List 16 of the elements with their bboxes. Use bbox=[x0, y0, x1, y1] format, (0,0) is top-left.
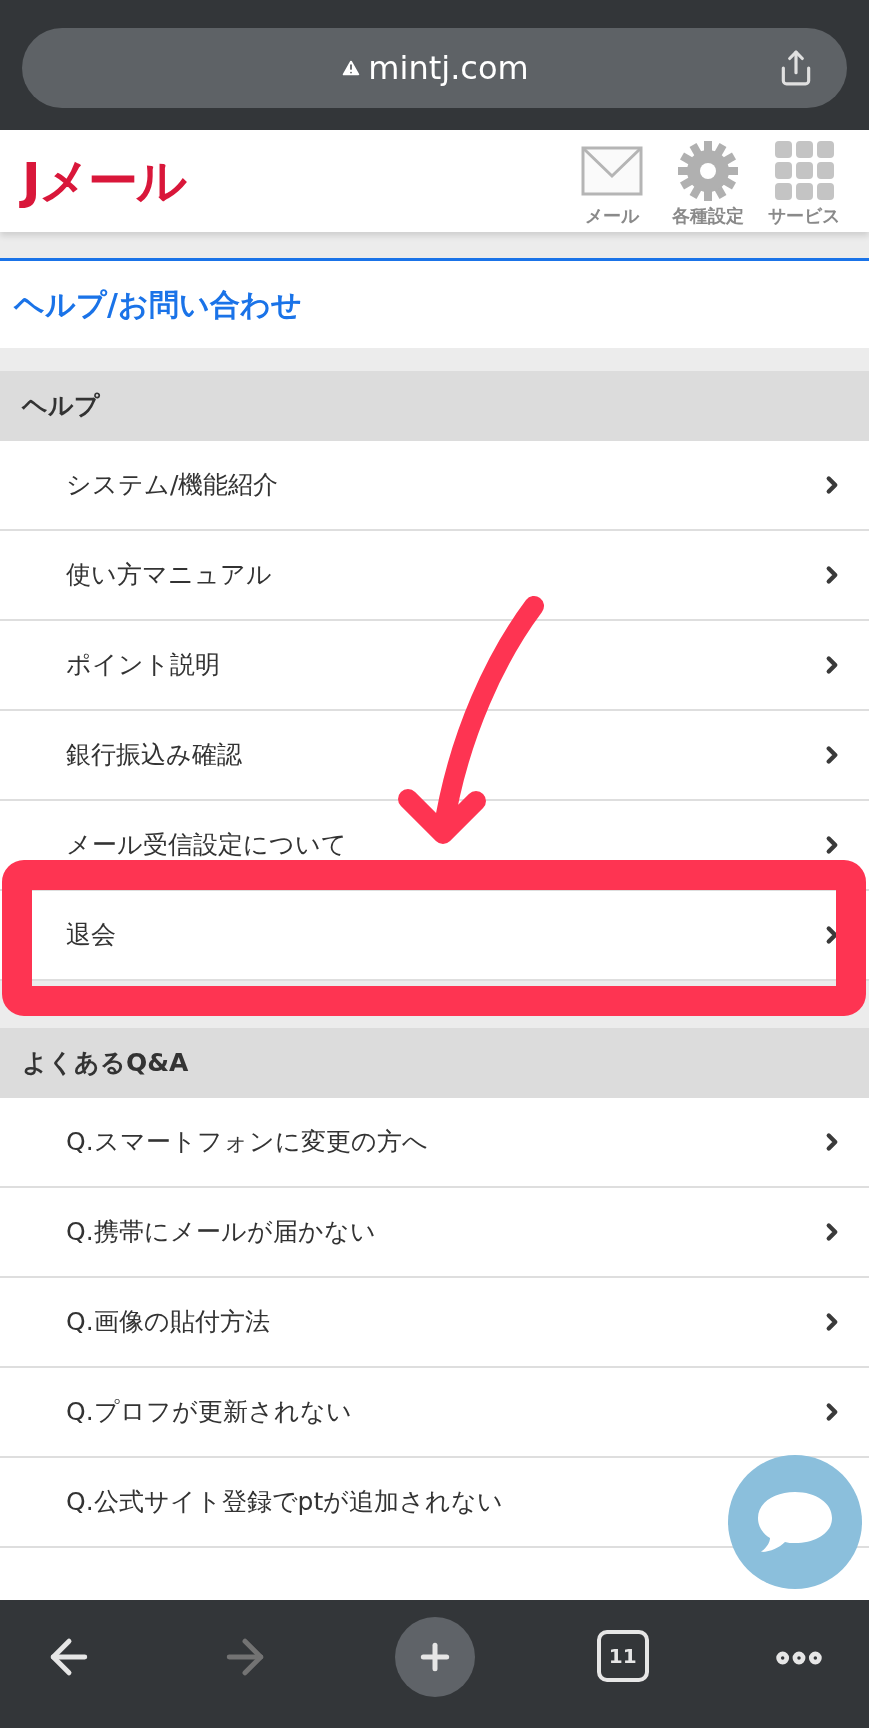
section-header: ヘルプ bbox=[0, 371, 869, 441]
grid-icon bbox=[774, 141, 834, 200]
tab-count-button[interactable]: 11 bbox=[596, 1630, 649, 1682]
gear-icon bbox=[677, 139, 739, 202]
list-item[interactable]: 銀行振込み確認 bbox=[0, 711, 869, 801]
logo[interactable]: Jメール bbox=[14, 137, 193, 225]
section-header: よくあるQ&A bbox=[0, 1028, 869, 1098]
page-title: ヘルプ/お問い合わせ bbox=[14, 286, 302, 324]
list-item[interactable]: ポイント説明 bbox=[0, 621, 869, 711]
warning-icon bbox=[340, 57, 363, 79]
list-item[interactable]: 退会 bbox=[0, 891, 869, 981]
envelope-icon bbox=[581, 145, 643, 196]
list-item[interactable]: 使い方マニュアル bbox=[0, 531, 869, 621]
address-text: mintj.com bbox=[368, 48, 529, 89]
address-bar[interactable]: mintj.com bbox=[22, 28, 847, 108]
list-item[interactable]: システム/機能紹介 bbox=[0, 441, 869, 531]
